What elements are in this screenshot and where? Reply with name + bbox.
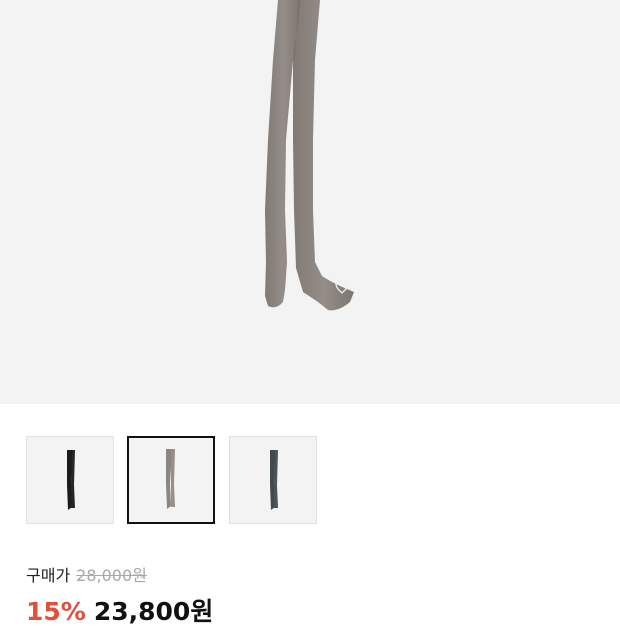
scarf-image [265, 0, 354, 311]
color-option-black[interactable] [26, 436, 114, 524]
scarf-right-strip [293, 0, 354, 311]
final-price: 23,800원 [93, 597, 214, 626]
color-option-gray[interactable] [127, 436, 215, 524]
charcoal-scarf-thumbnail [270, 450, 278, 510]
discount-rate: 15% [26, 597, 86, 626]
black-scarf-thumbnail [67, 450, 75, 510]
gray-scarf-thumbnail [166, 449, 175, 509]
price-label: 구매가 [26, 566, 71, 585]
color-option-charcoal[interactable] [229, 436, 317, 524]
original-price: 28,000원 [76, 566, 147, 585]
product-main-image[interactable] [0, 0, 620, 404]
price-section: 구매가 28,000원 15% 23,800원 [26, 560, 606, 628]
